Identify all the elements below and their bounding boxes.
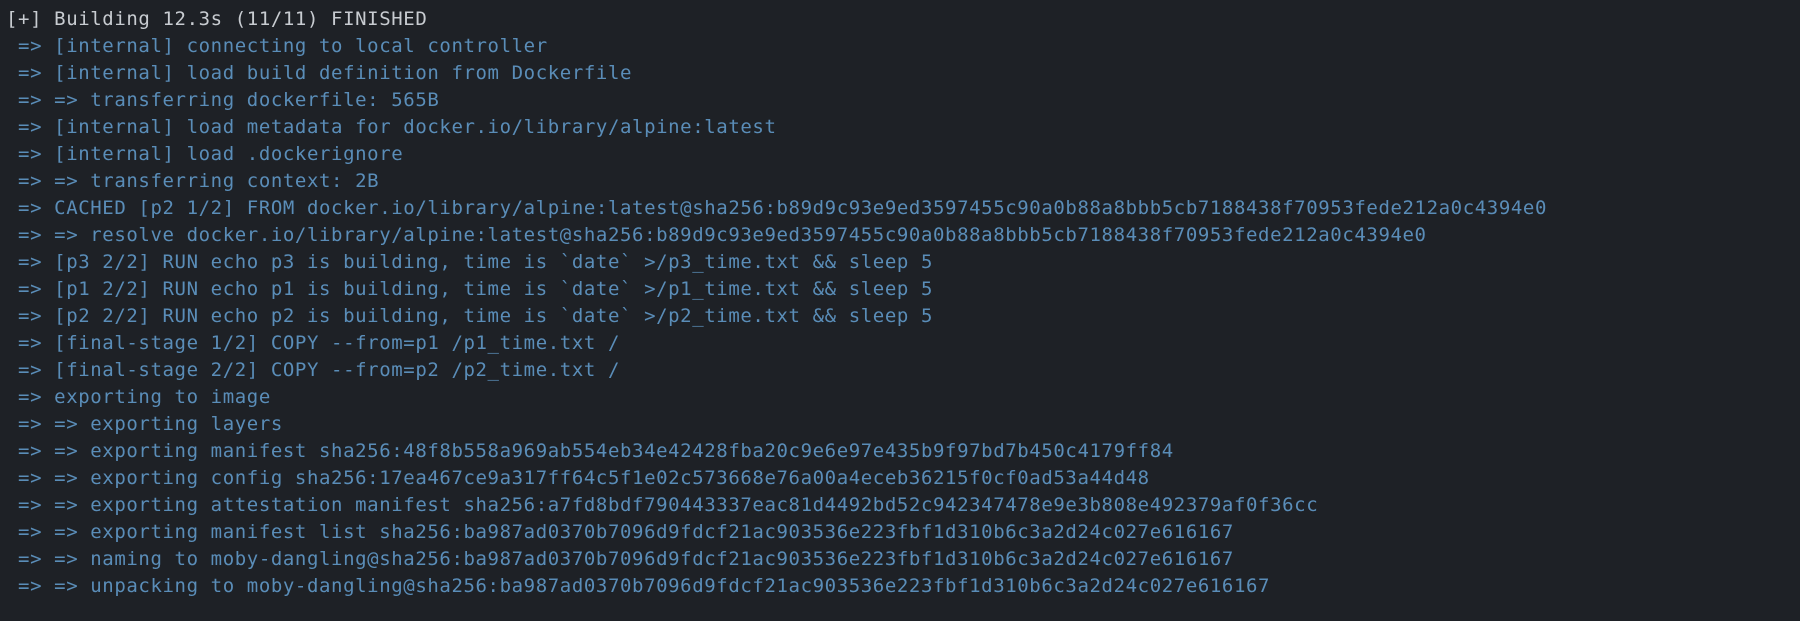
- build-step-line: => => transferring context: 2B: [6, 170, 379, 192]
- build-step-line: => [internal] load build definition from…: [6, 62, 632, 84]
- build-step-line: => [internal] load .dockerignore: [6, 143, 403, 165]
- build-step-line: => => exporting config sha256:17ea467ce9…: [6, 467, 1150, 489]
- build-step-line: => => exporting manifest sha256:48f8b558…: [6, 440, 1174, 462]
- build-step-line: => => transferring dockerfile: 565B: [6, 89, 439, 111]
- build-step-line: => => naming to moby-dangling@sha256:ba9…: [6, 548, 1234, 570]
- build-step-line: => [internal] load metadata for docker.i…: [6, 116, 777, 138]
- build-step-line: => [final-stage 1/2] COPY --from=p1 /p1_…: [6, 332, 620, 354]
- build-step-line: => [p2 2/2] RUN echo p2 is building, tim…: [6, 305, 933, 327]
- build-step-line: => [final-stage 2/2] COPY --from=p2 /p2_…: [6, 359, 620, 381]
- build-step-line: => => exporting layers: [6, 413, 283, 435]
- build-step-line: => CACHED [p2 1/2] FROM docker.io/librar…: [6, 197, 1547, 219]
- build-step-line: => exporting to image: [6, 386, 271, 408]
- build-step-line: => [internal] connecting to local contro…: [6, 35, 548, 57]
- build-step-line: => [p1 2/2] RUN echo p1 is building, tim…: [6, 278, 933, 300]
- build-step-line: => => resolve docker.io/library/alpine:l…: [6, 224, 1427, 246]
- terminal-output: [+] Building 12.3s (11/11) FINISHED => […: [0, 0, 1800, 606]
- build-step-line: => => exporting attestation manifest sha…: [6, 494, 1318, 516]
- build-step-line: => [p3 2/2] RUN echo p3 is building, tim…: [6, 251, 933, 273]
- build-step-line: => => unpacking to moby-dangling@sha256:…: [6, 575, 1270, 597]
- build-step-line: => => exporting manifest list sha256:ba9…: [6, 521, 1234, 543]
- build-header-line: [+] Building 12.3s (11/11) FINISHED: [6, 8, 427, 30]
